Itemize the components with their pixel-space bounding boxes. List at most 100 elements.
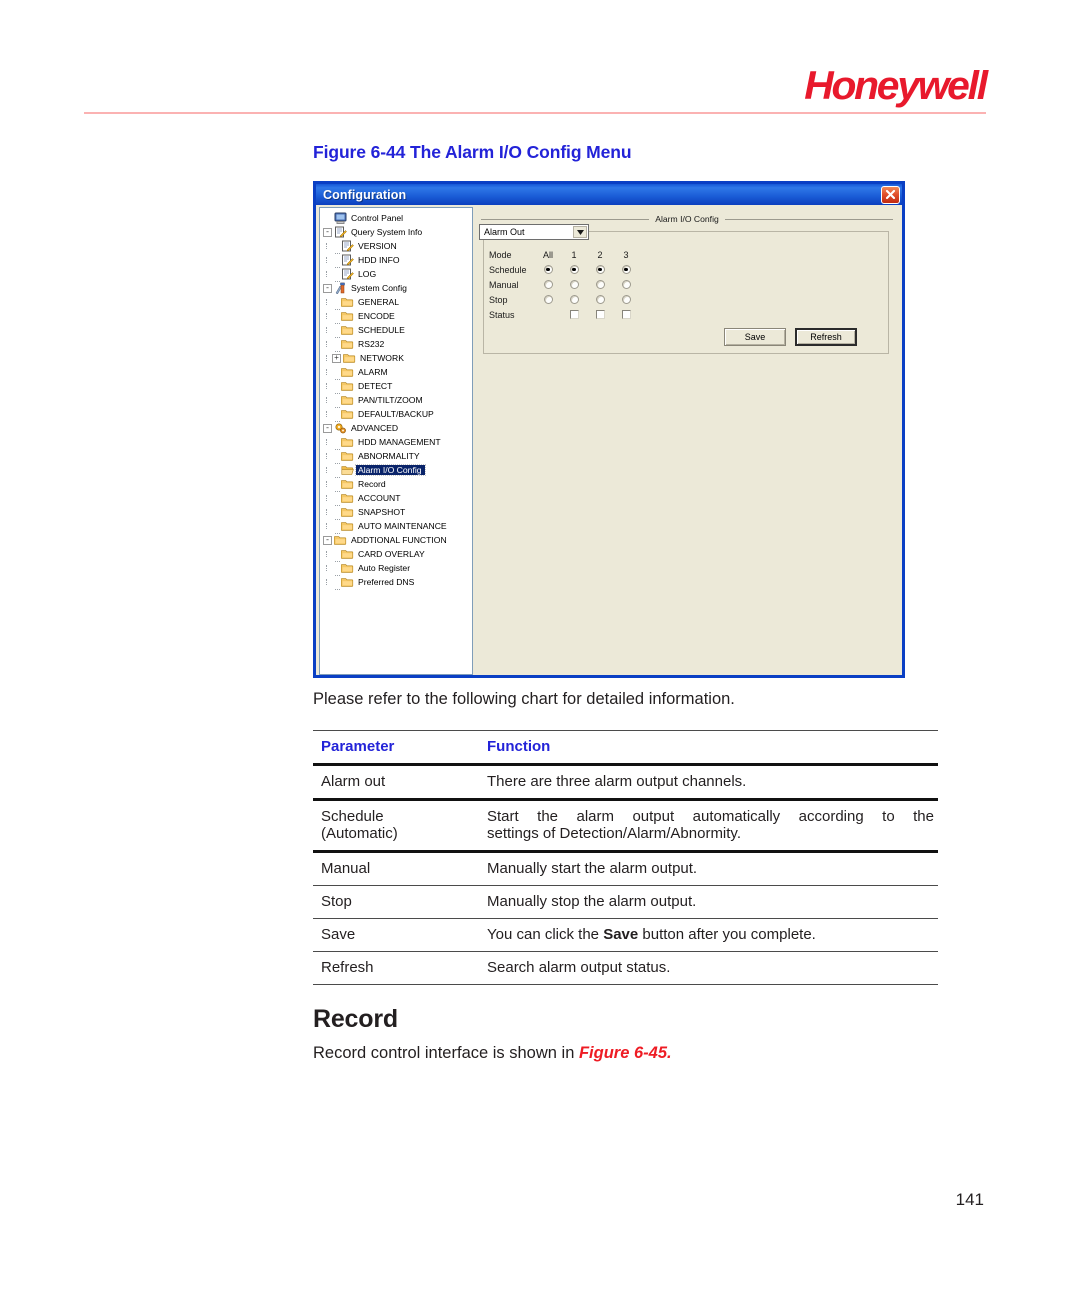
chevron-down-icon[interactable] <box>573 226 587 238</box>
function-line: There are three alarm output channels. <box>487 773 747 790</box>
radio-stop-all[interactable] <box>543 295 553 304</box>
refresh-button[interactable]: Refresh <box>795 328 857 346</box>
tree-item-record[interactable]: Record <box>323 477 472 492</box>
tree-item-label: Alarm I/O Config <box>355 463 426 477</box>
radio-schedule-2[interactable] <box>595 265 605 274</box>
tree-item-label: SNAPSHOT <box>358 506 406 517</box>
tree-item-label: Query System Info <box>351 226 423 237</box>
folder-icon <box>341 576 354 588</box>
radio-stop-1[interactable] <box>569 295 579 304</box>
collapse-toggle-icon[interactable]: - <box>323 227 332 237</box>
matrix-cell[interactable] <box>587 265 613 274</box>
folder-icon <box>341 324 354 336</box>
tree-item-log[interactable]: LOG <box>323 267 472 282</box>
column-header-parameter: Parameter <box>313 730 479 765</box>
parameter-line: Refresh <box>321 959 374 976</box>
collapse-toggle-icon[interactable]: - <box>323 535 332 545</box>
checkbox-status-1[interactable] <box>569 310 579 319</box>
radio-stop-3[interactable] <box>621 295 631 304</box>
panel-rule-left <box>481 218 650 220</box>
matrix-cell[interactable] <box>535 265 561 274</box>
tree-item-advanced[interactable]: - ADVANCED <box>323 421 472 435</box>
radio-stop-2[interactable] <box>595 295 605 304</box>
radio-manual-2[interactable] <box>595 280 605 289</box>
tree-item-schedule[interactable]: SCHEDULE <box>323 323 472 338</box>
matrix-cell[interactable] <box>561 265 587 274</box>
tree-item-control-panel[interactable]: Control Panel <box>323 211 472 225</box>
row-label-schedule: Schedule <box>489 264 527 275</box>
folder-icon <box>341 548 354 560</box>
tree-item-pan-tilt-zoom[interactable]: PAN/TILT/ZOOM <box>323 393 472 408</box>
tree-item-detect[interactable]: DETECT <box>323 379 472 394</box>
tree-item-hdd-info[interactable]: HDD INFO <box>323 253 472 268</box>
radio-schedule-1[interactable] <box>569 265 579 274</box>
tree-item-abnormality[interactable]: ABNORMALITY <box>323 449 472 464</box>
tree-item-system-config[interactable]: - System Config <box>323 281 472 295</box>
checkbox-status-3[interactable] <box>621 310 631 319</box>
matrix-cell[interactable] <box>613 295 639 304</box>
tree-item-network[interactable]: + NETWORK <box>323 351 472 365</box>
tree-item-label: AUTO MAINTENANCE <box>358 520 447 531</box>
folder-icon <box>341 506 354 518</box>
folder-icon <box>341 478 354 490</box>
note-edit-icon <box>334 226 347 238</box>
tree-item-label: NETWORK <box>360 352 404 363</box>
expand-toggle-icon[interactable]: + <box>332 353 341 363</box>
matrix-cell[interactable] <box>613 280 639 289</box>
matrix-cell[interactable] <box>535 295 561 304</box>
radio-schedule-all[interactable] <box>543 265 553 274</box>
checkbox-status-2[interactable] <box>595 310 605 319</box>
matrix-cell[interactable] <box>587 295 613 304</box>
tree-item-label: VERSION <box>358 240 397 251</box>
tree-item-preferred-dns[interactable]: Preferred DNS <box>323 575 472 590</box>
folder-icon <box>334 534 347 546</box>
matrix-row-schedule: Schedule <box>489 262 639 277</box>
radio-schedule-3[interactable] <box>621 265 631 274</box>
matrix-cell[interactable] <box>587 280 613 289</box>
tree-item-addtional-function[interactable]: - ADDTIONAL FUNCTION <box>323 533 472 547</box>
alarm-out-select[interactable]: Alarm Out <box>479 224 589 240</box>
cell-function: You can click the Save button after you … <box>479 918 938 952</box>
matrix-cell[interactable] <box>587 310 613 319</box>
tree-item-encode[interactable]: ENCODE <box>323 309 472 324</box>
folder-icon <box>341 520 354 532</box>
matrix-cell[interactable] <box>561 295 587 304</box>
navigation-tree[interactable]: Control Panel - Query System Info VERSION HD… <box>319 207 473 675</box>
tree-item-query-system-info[interactable]: - Query System Info <box>323 225 472 239</box>
tree-item-default-backup[interactable]: DEFAULT/BACKUP <box>323 407 472 422</box>
figure-reference-link[interactable]: Figure 6-45. <box>579 1044 672 1062</box>
tree-item-auto-maintenance[interactable]: AUTO MAINTENANCE <box>323 519 472 534</box>
matrix-cell[interactable] <box>613 310 639 319</box>
table-bottom-rule <box>313 984 938 985</box>
save-button[interactable]: Save <box>724 328 786 346</box>
tree-item-auto-register[interactable]: Auto Register <box>323 561 472 576</box>
folder-icon <box>341 492 354 504</box>
radio-manual-1[interactable] <box>569 280 579 289</box>
tree-item-alarm-i-o-config[interactable]: Alarm I/O Config <box>323 463 472 478</box>
tree-item-label: DEFAULT/BACKUP <box>358 408 434 419</box>
tree-item-rs232[interactable]: RS232 <box>323 337 472 352</box>
close-icon[interactable] <box>881 185 900 204</box>
tree-item-version[interactable]: VERSION <box>323 239 472 254</box>
matrix-cell[interactable] <box>561 310 587 319</box>
matrix-row-manual: Manual <box>489 277 639 292</box>
collapse-toggle-icon[interactable]: - <box>323 283 332 293</box>
folder-icon <box>341 296 354 308</box>
tree-item-general[interactable]: GENERAL <box>323 295 472 310</box>
parameter-line: Schedule <box>321 808 384 825</box>
matrix-cell[interactable] <box>561 280 587 289</box>
tree-item-alarm[interactable]: ALARM <box>323 365 472 380</box>
closing-paragraph: Record control interface is shown in Fig… <box>313 1044 672 1063</box>
matrix-cell[interactable] <box>613 265 639 274</box>
radio-manual-3[interactable] <box>621 280 631 289</box>
panel-title: Alarm I/O Config <box>655 214 719 224</box>
tree-item-snapshot[interactable]: SNAPSHOT <box>323 505 472 520</box>
column-header-all: All <box>542 249 553 260</box>
tree-item-card-overlay[interactable]: CARD OVERLAY <box>323 547 472 562</box>
column-header-2: 2 <box>597 249 603 260</box>
collapse-toggle-icon[interactable]: - <box>323 423 332 433</box>
matrix-cell[interactable] <box>535 280 561 289</box>
tree-item-account[interactable]: ACCOUNT <box>323 491 472 506</box>
radio-manual-all[interactable] <box>543 280 553 289</box>
tree-item-hdd-management[interactable]: HDD MANAGEMENT <box>323 435 472 450</box>
